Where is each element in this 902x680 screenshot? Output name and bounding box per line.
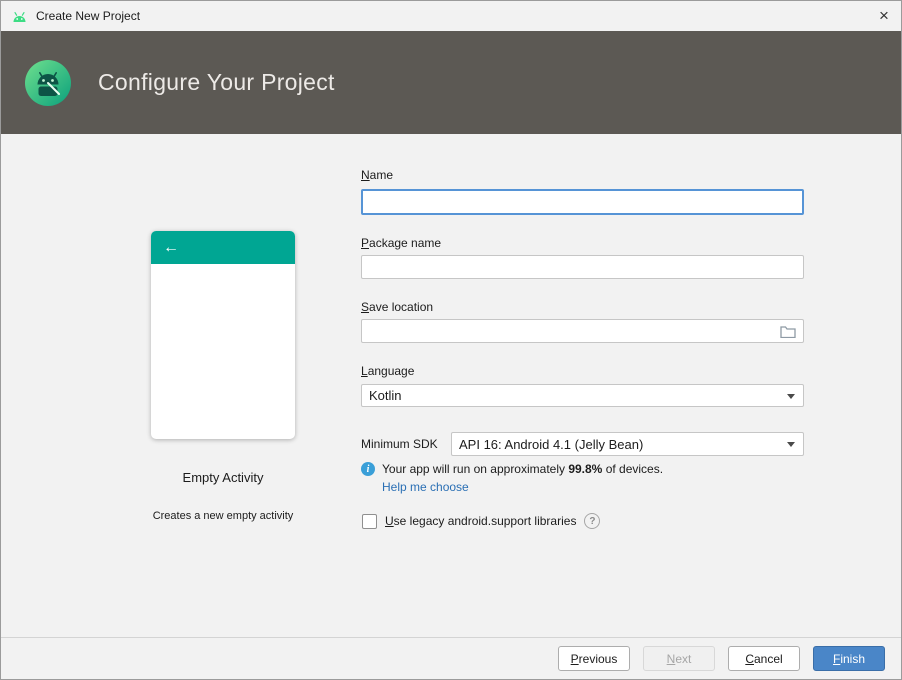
create-new-project-window: Create New Project × — [0, 0, 902, 680]
chevron-down-icon — [787, 442, 795, 447]
min-sdk-select[interactable]: API 16: Android 4.1 (Jelly Bean) — [451, 432, 804, 456]
button-bar: Previous Next Cancel Finish — [1, 637, 901, 679]
content-area: ← Empty Activity Creates a new empty act… — [1, 134, 901, 637]
legacy-support-row: Use legacy android.support libraries ? — [362, 513, 600, 529]
save-location-field — [361, 319, 804, 343]
page-title: Configure Your Project — [98, 69, 335, 96]
help-me-choose-link[interactable]: Help me choose — [382, 480, 469, 494]
legacy-support-label: Use legacy android.support libraries — [385, 514, 576, 528]
title-bar: Create New Project × — [1, 1, 901, 31]
name-input[interactable] — [361, 189, 804, 215]
previous-button[interactable]: Previous — [558, 646, 630, 671]
min-sdk-value: API 16: Android 4.1 (Jelly Bean) — [459, 437, 643, 452]
finish-button[interactable]: Finish — [813, 646, 885, 671]
legacy-support-checkbox[interactable] — [362, 514, 377, 529]
window-title: Create New Project — [36, 9, 140, 23]
chevron-down-icon — [787, 394, 795, 399]
close-icon[interactable]: × — [867, 1, 901, 31]
android-studio-logo-icon — [23, 58, 73, 108]
info-icon: i — [361, 462, 375, 476]
template-preview-appbar: ← — [151, 231, 295, 264]
save-location-input[interactable] — [362, 320, 803, 342]
language-label: Language — [361, 364, 414, 378]
language-select[interactable]: Kotlin — [361, 384, 804, 407]
sdk-info-row: i Your app will run on approximately 99.… — [361, 462, 663, 476]
sdk-info-text: Your app will run on approximately 99.8%… — [382, 462, 663, 476]
next-button[interactable]: Next — [643, 646, 715, 671]
template-description: Creates a new empty activity — [111, 510, 335, 522]
name-label: Name — [361, 168, 393, 182]
template-name: Empty Activity — [151, 470, 295, 485]
android-icon — [11, 9, 29, 23]
wizard-header: Configure Your Project — [1, 31, 901, 134]
language-value: Kotlin — [369, 388, 402, 403]
back-arrow-icon: ← — [163, 240, 179, 256]
save-location-label: Save location — [361, 300, 433, 314]
min-sdk-label: Minimum SDK — [361, 432, 438, 456]
template-preview-card: ← — [151, 231, 295, 439]
help-icon[interactable]: ? — [584, 513, 600, 529]
folder-icon[interactable] — [780, 325, 796, 343]
cancel-button[interactable]: Cancel — [728, 646, 800, 671]
device-percentage: 99.8% — [568, 462, 602, 476]
package-name-input[interactable] — [361, 255, 804, 279]
package-name-label: Package name — [361, 236, 441, 250]
